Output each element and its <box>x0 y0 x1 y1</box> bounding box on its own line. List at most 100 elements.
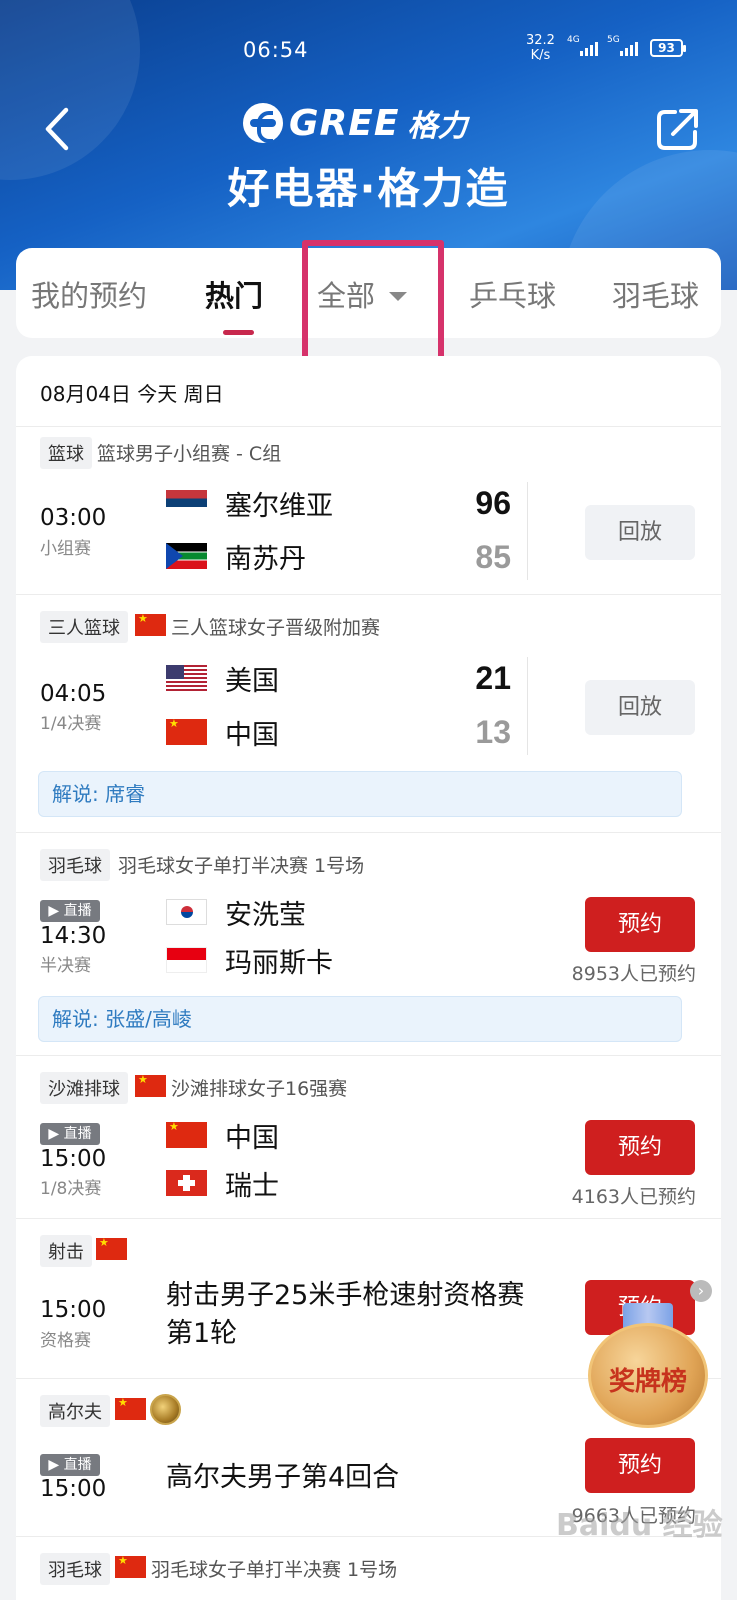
reserve-button[interactable]: 预约 <box>585 1438 695 1493</box>
reserve-button[interactable]: 预约 <box>585 897 695 952</box>
match-row[interactable]: 三人篮球 三人篮球女子晋级附加赛 04:05 1/4决赛 美国 中国 21 13… <box>16 595 721 833</box>
live-label: 直播 <box>63 903 92 919</box>
match-time: 15:00 <box>40 1297 107 1323</box>
date-header: 08月04日 今天 周日 <box>40 382 224 406</box>
match-title: 羽毛球女子单打半决赛 1号场 <box>118 855 365 877</box>
network-speed: 32.2 K/s <box>526 33 555 63</box>
live-badge: ▶ 直播 <box>40 1123 100 1145</box>
team-name: 瑞士 <box>225 1171 279 1202</box>
match-stage: 半决赛 <box>40 956 91 976</box>
match-row[interactable]: 羽毛球 羽毛球女子单打半决赛 1号场 ▶ 直播 14:30 半决赛 安洗莹 玛丽… <box>16 833 721 1056</box>
chevron-right-icon[interactable]: › <box>690 1280 712 1302</box>
medal-table-button[interactable]: 奖牌榜 <box>588 1303 708 1428</box>
tab-badminton[interactable]: 羽毛球 <box>612 273 699 315</box>
sport-tag: 羽毛球 <box>40 849 110 881</box>
team-score: 13 <box>475 714 511 750</box>
china-flag-icon <box>115 1396 146 1420</box>
china-flag-icon <box>96 1236 127 1260</box>
signal-type-label: 5G <box>607 35 620 45</box>
battery-icon: 93 <box>650 39 686 57</box>
event-name: 高尔夫男子第4回合 <box>166 1462 400 1493</box>
team-score: 85 <box>475 539 511 575</box>
team-name: 塞尔维亚 <box>225 491 333 522</box>
team-name: 南苏丹 <box>225 544 306 575</box>
sport-tag: 射击 <box>40 1235 92 1267</box>
china-flag-icon <box>115 1554 146 1578</box>
china-flag-icon <box>166 719 207 745</box>
south-sudan-flag-icon <box>166 543 207 569</box>
medal-table-label: 奖牌榜 <box>608 1367 687 1397</box>
brand-logo: GREE 格力 <box>243 102 468 144</box>
team-score: 96 <box>475 485 511 521</box>
match-time: 14:30 <box>40 923 107 949</box>
replay-button[interactable]: 回放 <box>585 505 695 560</box>
match-row[interactable]: 沙滩排球 沙滩排球女子16强赛 ▶ 直播 15:00 1/8决赛 中国 瑞士 预… <box>16 1056 721 1219</box>
watermark: Baidu 经验 <box>556 1508 723 1543</box>
match-title: 篮球男子小组赛 - C组 <box>97 443 282 465</box>
match-time: 15:00 <box>40 1476 107 1502</box>
sport-tag: 羽毛球 <box>40 1553 110 1585</box>
signal-type-label: 4G <box>567 35 580 45</box>
live-badge: ▶ 直播 <box>40 1454 100 1476</box>
commentary-info[interactable]: 解说: 张盛/高崚 <box>38 996 682 1042</box>
brand-name-cn: 格力 <box>407 109 468 144</box>
gree-logo-icon <box>243 103 283 143</box>
sport-tag: 三人篮球 <box>40 611 128 643</box>
back-button[interactable] <box>38 104 78 154</box>
live-badge: ▶ 直播 <box>40 900 100 922</box>
match-time: 04:05 <box>40 681 107 707</box>
brand-slogan: 好电器·格力造 <box>227 164 510 213</box>
team-name: 玛丽斯卡 <box>225 948 333 979</box>
active-tab-indicator <box>223 330 254 335</box>
china-flag-icon <box>135 1073 166 1097</box>
reserve-button[interactable]: 预约 <box>585 1120 695 1175</box>
china-flag-icon <box>166 1122 207 1148</box>
reserve-count: 4163人已预约 <box>571 1186 696 1208</box>
status-bar: 06:54 32.2 K/s 4G 5G 93 <box>0 33 737 66</box>
match-title: 羽毛球女子单打半决赛 1号场 <box>151 1559 398 1581</box>
share-button[interactable] <box>655 106 701 152</box>
switzerland-flag-icon <box>166 1170 207 1196</box>
play-icon: ▶ <box>48 1457 64 1473</box>
chevron-left-icon <box>45 107 69 151</box>
team-name: 中国 <box>225 1123 279 1154</box>
signal-icon: 5G <box>607 35 638 56</box>
brand-name: GREE <box>289 102 400 144</box>
live-label: 直播 <box>63 1126 92 1142</box>
south-korea-flag-icon <box>166 899 207 925</box>
tab-my-reservations[interactable]: 我的预约 <box>31 273 147 315</box>
play-icon: ▶ <box>48 903 64 919</box>
team-name: 美国 <box>225 666 279 697</box>
sport-tag: 篮球 <box>40 437 92 469</box>
clock: 06:54 <box>243 38 309 62</box>
team-score: 21 <box>475 660 511 696</box>
china-flag-icon <box>135 612 166 636</box>
gold-medal-icon <box>150 1394 181 1425</box>
play-icon: ▶ <box>48 1126 64 1142</box>
commentary-info[interactable]: 解说: 席睿 <box>38 771 682 817</box>
indonesia-flag-icon <box>166 947 207 973</box>
match-time: 03:00 <box>40 505 107 531</box>
match-row[interactable]: 篮球 篮球男子小组赛 - C组 03:00 小组赛 塞尔维亚 南苏丹 96 85… <box>16 427 721 595</box>
signal-icon: 4G <box>567 35 598 56</box>
match-stage: 资格赛 <box>40 1331 91 1351</box>
divider <box>527 482 528 580</box>
tab-table-tennis[interactable]: 乒乓球 <box>469 273 556 315</box>
team-name: 中国 <box>225 720 279 751</box>
match-time: 15:00 <box>40 1146 107 1172</box>
share-icon <box>657 109 698 150</box>
match-stage: 1/4决赛 <box>40 714 102 734</box>
tab-hot[interactable]: 热门 <box>205 273 263 315</box>
sport-tag: 高尔夫 <box>40 1395 110 1427</box>
match-stage: 1/8决赛 <box>40 1179 102 1199</box>
sport-tag: 沙滩排球 <box>40 1072 128 1104</box>
usa-flag-icon <box>166 665 207 691</box>
event-name: 射击男子25米手枪速射资格赛第1轮 <box>166 1280 525 1349</box>
serbia-flag-icon <box>166 490 207 516</box>
replay-button[interactable]: 回放 <box>585 680 695 735</box>
match-stage: 小组赛 <box>40 539 91 559</box>
network-speed-unit: K/s <box>530 48 551 63</box>
divider <box>527 657 528 755</box>
match-row[interactable]: 羽毛球 羽毛球女子单打半决赛 1号场 <box>16 1537 721 1600</box>
match-title: 三人篮球女子晋级附加赛 <box>171 617 381 639</box>
